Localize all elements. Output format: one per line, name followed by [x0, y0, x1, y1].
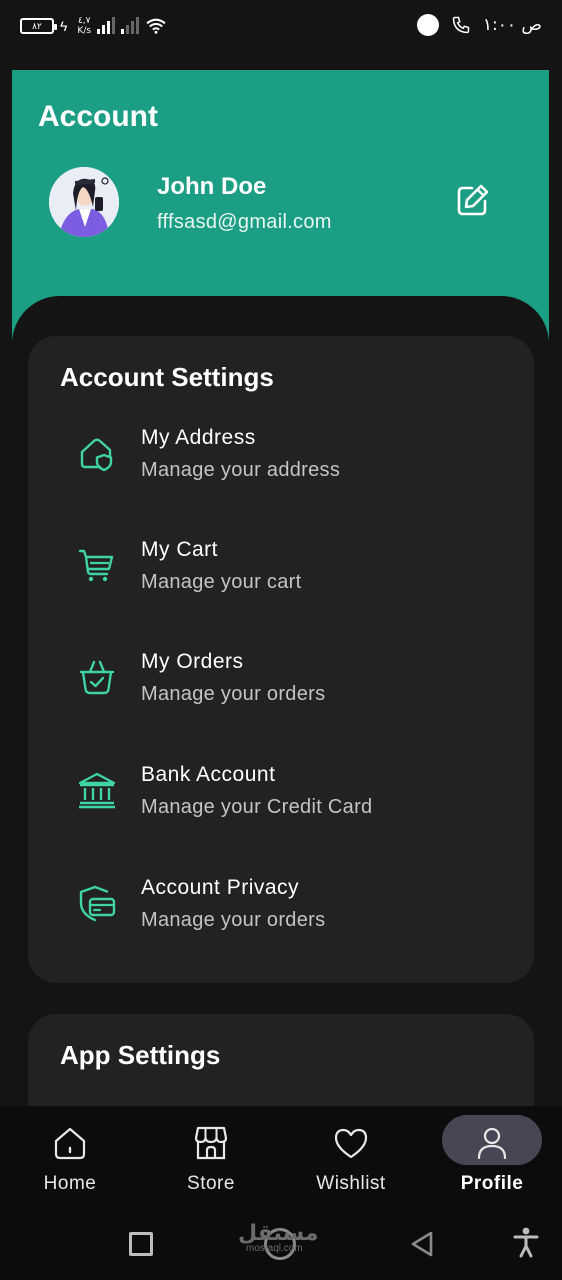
cart-icon — [78, 549, 114, 582]
charging-icon: ϟ — [60, 18, 68, 34]
setting-title: My Address — [141, 426, 256, 449]
setting-item-my-orders[interactable]: My Orders Manage your orders — [28, 650, 534, 740]
nav-label: Store — [187, 1173, 235, 1194]
setting-subtitle: Manage your address — [141, 459, 341, 481]
nav-home[interactable]: Home — [20, 1116, 120, 1196]
store-icon — [194, 1126, 228, 1160]
status-right: ص ١:٠٠ — [416, 14, 542, 36]
status-bar: ٨٢ ϟ ٤,٧ K/s ص ١:٠٠ — [0, 0, 562, 56]
page-title: Account — [38, 100, 158, 133]
battery-level: ٨٢ — [32, 20, 42, 31]
signal-1-icon — [97, 17, 116, 34]
home-icon — [54, 1127, 86, 1160]
nav-store[interactable]: Store — [161, 1116, 261, 1196]
speed-unit: K/s — [77, 26, 92, 36]
heart-icon — [334, 1128, 368, 1159]
system-navigation: مستقل mostaql.com — [0, 1210, 562, 1280]
setting-title: My Cart — [141, 538, 218, 561]
watermark-sub: mostaql.com — [246, 1243, 303, 1254]
setting-item-account-privacy[interactable]: Account Privacy Manage your orders — [28, 876, 534, 966]
signal-2-icon — [121, 17, 140, 34]
nav-label: Profile — [460, 1173, 524, 1194]
nav-label: Home — [43, 1173, 97, 1194]
setting-title: My Orders — [141, 650, 244, 673]
recent-apps-button[interactable] — [129, 1232, 153, 1256]
setting-subtitle: Manage your orders — [141, 909, 326, 931]
home-shield-icon — [80, 438, 113, 472]
battery-icon: ٨٢ — [20, 18, 57, 34]
speed-value: ٤,٧ — [77, 16, 91, 26]
accessibility-icon[interactable] — [512, 1226, 540, 1258]
card-shield-icon — [79, 885, 116, 922]
account-settings-card: Account Settings My Address Manage your … — [28, 336, 534, 983]
account-settings-title: Account Settings — [60, 362, 274, 392]
back-button[interactable] — [410, 1230, 434, 1258]
setting-item-my-cart[interactable]: My Cart Manage your cart — [28, 538, 534, 628]
notification-app-icon — [416, 14, 439, 36]
setting-title: Account Privacy — [141, 876, 300, 899]
setting-title: Bank Account — [141, 763, 276, 786]
setting-item-my-address[interactable]: My Address Manage your address — [28, 426, 534, 516]
setting-subtitle: Manage your cart — [141, 571, 302, 593]
avatar-illustration — [49, 167, 119, 237]
setting-subtitle: Manage your orders — [141, 683, 326, 705]
edit-profile-button[interactable] — [452, 181, 492, 221]
basket-check-icon — [79, 660, 115, 695]
network-speed: ٤,٧ K/s — [77, 16, 91, 36]
setting-item-bank-account[interactable]: Bank Account Manage your Credit Card — [28, 763, 534, 853]
bank-icon — [78, 772, 116, 809]
nav-wishlist[interactable]: Wishlist — [301, 1116, 401, 1196]
user-email: fffsasd@gmail.com — [157, 211, 332, 233]
user-name: John Doe — [157, 173, 267, 200]
nav-label: Wishlist — [316, 1173, 386, 1194]
clock: ص ١:٠٠ — [482, 15, 542, 35]
status-left: ٨٢ ϟ ٤,٧ K/s — [20, 16, 167, 36]
nav-profile[interactable]: Profile — [442, 1116, 542, 1196]
setting-subtitle: Manage your Credit Card — [141, 796, 373, 818]
phone-icon — [452, 16, 470, 34]
avatar[interactable] — [49, 167, 119, 237]
user-icon — [477, 1127, 507, 1160]
wifi-icon — [146, 18, 166, 34]
app-settings-title: App Settings — [60, 1040, 221, 1070]
